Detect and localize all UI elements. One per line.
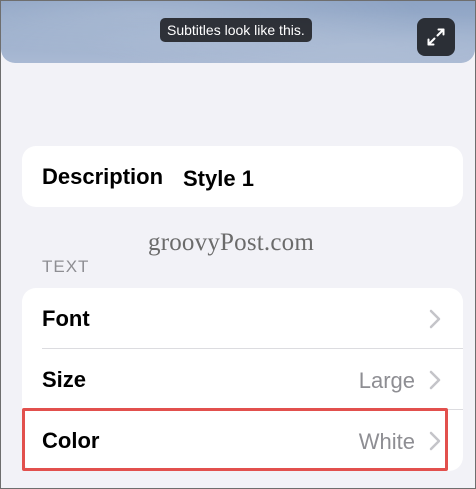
size-value: Large	[358, 368, 415, 393]
font-label: Font	[42, 306, 90, 331]
size-row[interactable]: Size Large	[22, 349, 463, 410]
color-label: Color	[42, 428, 100, 453]
text-section-header: TEXT	[42, 257, 90, 276]
chevron-right-icon	[429, 431, 441, 451]
chevron-right-icon	[429, 309, 441, 329]
expand-button[interactable]	[417, 18, 455, 56]
description-value: Style 1	[183, 166, 254, 191]
subtitle-sample-text: Subtitles look like this.	[160, 18, 312, 42]
expand-arrows-icon	[427, 28, 445, 46]
chevron-right-icon	[429, 370, 441, 390]
color-value: White	[358, 429, 415, 454]
subtitle-preview: Subtitles look like this.	[1, 1, 475, 63]
description-row[interactable]: Description Style 1	[22, 146, 463, 207]
color-row[interactable]: Color White	[22, 410, 463, 471]
watermark: groovyPost.com	[148, 229, 314, 256]
font-row[interactable]: Font	[22, 288, 463, 349]
subtitle-style-screen: Subtitles look like this. Description St…	[0, 0, 476, 489]
size-label: Size	[42, 367, 87, 392]
description-label: Description	[42, 164, 164, 189]
text-settings-group: Font Size Large Color White	[22, 288, 463, 471]
